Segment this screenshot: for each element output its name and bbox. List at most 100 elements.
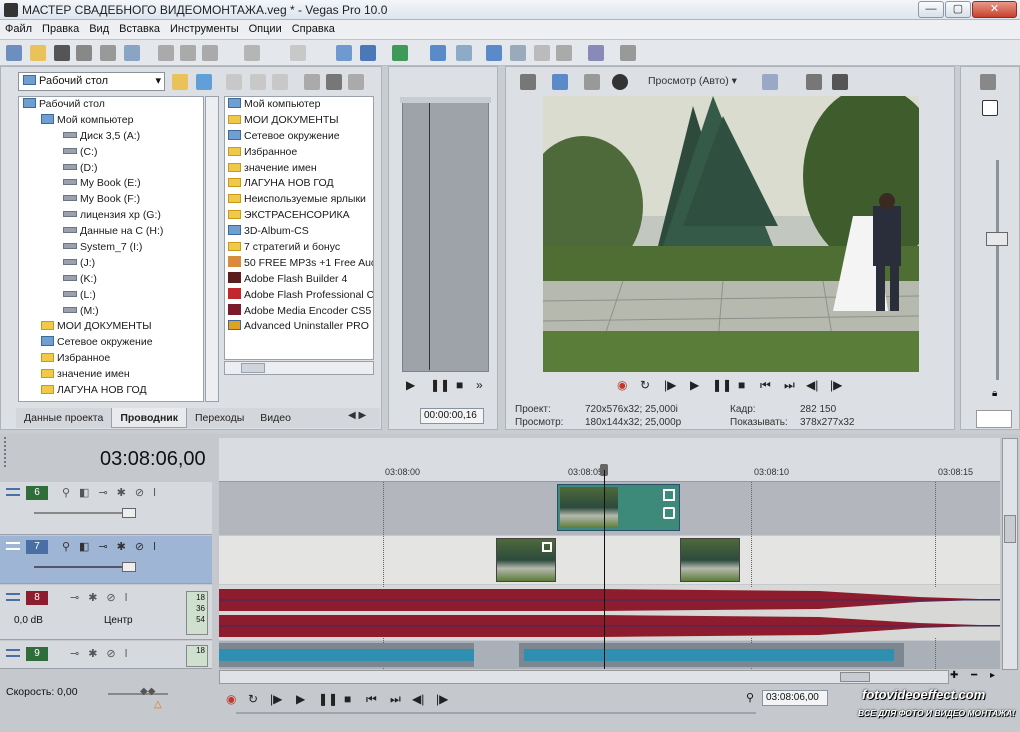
scrollbar-thumb[interactable] [1004, 515, 1016, 543]
tree-item[interactable]: (J:) [19, 256, 203, 272]
preview-stop-icon[interactable] [326, 74, 342, 90]
list-item[interactable]: Advanced Uninstaller PRO [225, 319, 373, 335]
preview-properties-icon[interactable] [520, 74, 536, 90]
zoom-icon[interactable] [556, 45, 572, 61]
menu-help[interactable]: Справка [287, 20, 340, 38]
video-clip-track7-b[interactable] [680, 538, 740, 582]
split-screen-icon[interactable] [612, 74, 628, 90]
video-clip-track6[interactable] [557, 484, 680, 531]
tab-scroll-arrows[interactable]: ◀ ▶ [348, 410, 378, 425]
play-from-start-icon[interactable]: |▶ [270, 692, 282, 706]
auto-ripple-icon[interactable] [430, 45, 446, 61]
media-fx-icon[interactable] [588, 45, 604, 61]
envelope-tool-icon[interactable] [360, 45, 376, 61]
menu-tools[interactable]: Инструменты [165, 20, 244, 38]
overlays-icon[interactable] [762, 74, 778, 90]
track-header-7[interactable]: 7 ⚲◧⊸✱⊘ǀ [0, 536, 212, 584]
track-lane-7[interactable] [219, 536, 1000, 584]
play-icon[interactable]: ▶ [296, 692, 305, 706]
track-pan[interactable]: Центр [104, 615, 133, 626]
video-clip-track7-a[interactable] [496, 538, 556, 582]
next-frame-icon[interactable]: » [476, 378, 483, 392]
minimize-button[interactable]: — [918, 1, 944, 18]
stop-icon[interactable]: ■ [456, 378, 463, 392]
play-from-start-icon[interactable]: |▶ [664, 378, 676, 392]
track-collapse-icon[interactable] [6, 593, 20, 601]
track-header-9[interactable]: 9 ⊸✱⊘ǀ 18 [0, 641, 212, 669]
pause-icon[interactable]: ❚❚ [430, 378, 450, 392]
video-fx-icon[interactable] [584, 74, 600, 90]
paste-icon[interactable] [202, 45, 218, 61]
menu-file[interactable]: Файл [0, 20, 37, 38]
external-monitor-icon[interactable] [552, 74, 568, 90]
location-dropdown[interactable]: Рабочий стол ▾ [18, 72, 165, 91]
loop-icon[interactable]: ↻ [248, 692, 258, 706]
track-collapse-icon[interactable] [6, 649, 20, 657]
scrollbar-thumb[interactable] [840, 672, 870, 682]
copy-snapshot-icon[interactable] [806, 74, 822, 90]
tree-item[interactable]: (C:) [19, 145, 203, 161]
go-to-end-icon[interactable]: ⏭ [784, 378, 795, 393]
tree-item[interactable]: Рабочий стол [19, 97, 203, 113]
opacity-slider[interactable] [34, 566, 134, 568]
master-fader-handle[interactable] [986, 232, 1008, 246]
previous-frame-icon[interactable]: ◀| [412, 692, 424, 706]
clip-fx-icon[interactable] [663, 507, 675, 519]
previous-frame-icon[interactable]: ◀| [806, 378, 818, 392]
scrollbar-thumb[interactable] [241, 363, 265, 373]
menu-options[interactable]: Опции [244, 20, 287, 38]
copy-icon[interactable] [180, 45, 196, 61]
list-item[interactable]: МОИ ДОКУМЕНТЫ [225, 113, 373, 129]
track-buttons[interactable]: ⚲◧⊸✱⊘ǀ [62, 540, 202, 554]
lock-icon[interactable]: 🔒︎ [992, 388, 997, 399]
preview-play-icon[interactable] [304, 74, 320, 90]
open-folder-icon[interactable] [30, 45, 46, 61]
track-buttons[interactable]: ⊸✱⊘ǀ [70, 591, 180, 605]
opacity-slider[interactable] [34, 512, 134, 514]
menu-edit[interactable]: Правка [37, 20, 84, 38]
tree-item[interactable]: (D:) [19, 161, 203, 177]
menu-view[interactable]: Вид [84, 20, 114, 38]
playhead-line[interactable] [604, 470, 605, 669]
refresh-icon[interactable] [196, 74, 212, 90]
master-fx-icon[interactable] [982, 100, 998, 116]
properties-icon[interactable] [124, 45, 140, 61]
go-to-start-icon[interactable]: ⏮ [366, 692, 377, 707]
track-buttons[interactable]: ⊸✱⊘ǀ [70, 647, 180, 661]
opacity-slider-handle[interactable] [122, 508, 136, 518]
new-project-icon[interactable] [6, 45, 22, 61]
ignore-grouping-icon[interactable] [510, 45, 526, 61]
render-icon[interactable] [100, 45, 116, 61]
list-item[interactable]: ЛАГУНА НОВ ГОД [225, 176, 373, 192]
list-item[interactable]: Неиспользуемые ярлыки [225, 192, 373, 208]
tree-item[interactable]: МОИ ДОКУМЕНТЫ [19, 319, 203, 335]
tab-project-media[interactable]: Данные проекта [16, 408, 111, 427]
tree-scrollbar[interactable] [205, 96, 219, 402]
list-item[interactable]: Мой компьютер [225, 97, 373, 113]
record-icon[interactable]: ◉ [226, 692, 236, 706]
close-button[interactable]: ✕ [972, 1, 1017, 18]
tree-item[interactable]: Диск 3,5 (A:) [19, 129, 203, 145]
list-item[interactable]: ЭКСТРАСЕНСОРИКА [225, 208, 373, 224]
list-item[interactable]: Adobe Flash Builder 4 [225, 271, 373, 288]
go-to-end-icon[interactable]: ⏭ [390, 692, 401, 707]
audio-waveform-track8[interactable] [219, 585, 1000, 640]
up-folder-icon[interactable] [172, 74, 188, 90]
undo-icon[interactable] [244, 45, 260, 61]
menu-insert[interactable]: Вставка [114, 20, 165, 38]
track-buttons[interactable]: ⚲◧⊸✱⊘ǀ [62, 486, 202, 500]
preview-mode-dropdown[interactable]: Просмотр (Авто) ▾ [648, 75, 737, 87]
stop-icon[interactable]: ■ [738, 378, 745, 392]
loop-icon[interactable]: ↻ [640, 378, 650, 392]
whats-this-icon[interactable] [620, 45, 636, 61]
list-item[interactable]: Adobe Media Encoder CS5 [225, 303, 373, 320]
tree-item[interactable]: Сетевое окружение [19, 335, 203, 351]
list-item[interactable]: Избранное [225, 145, 373, 161]
list-item[interactable]: 50 FREE MP3s +1 Free Auc [225, 255, 373, 272]
go-to-start-icon[interactable]: ⏮ [760, 378, 771, 393]
tab-explorer[interactable]: Проводник [111, 408, 187, 428]
redo-icon[interactable] [290, 45, 306, 61]
save-snapshot-icon[interactable] [832, 74, 848, 90]
tree-item[interactable]: Данные на C (H:) [19, 224, 203, 240]
tree-item[interactable]: System_7 (I:) [19, 240, 203, 256]
